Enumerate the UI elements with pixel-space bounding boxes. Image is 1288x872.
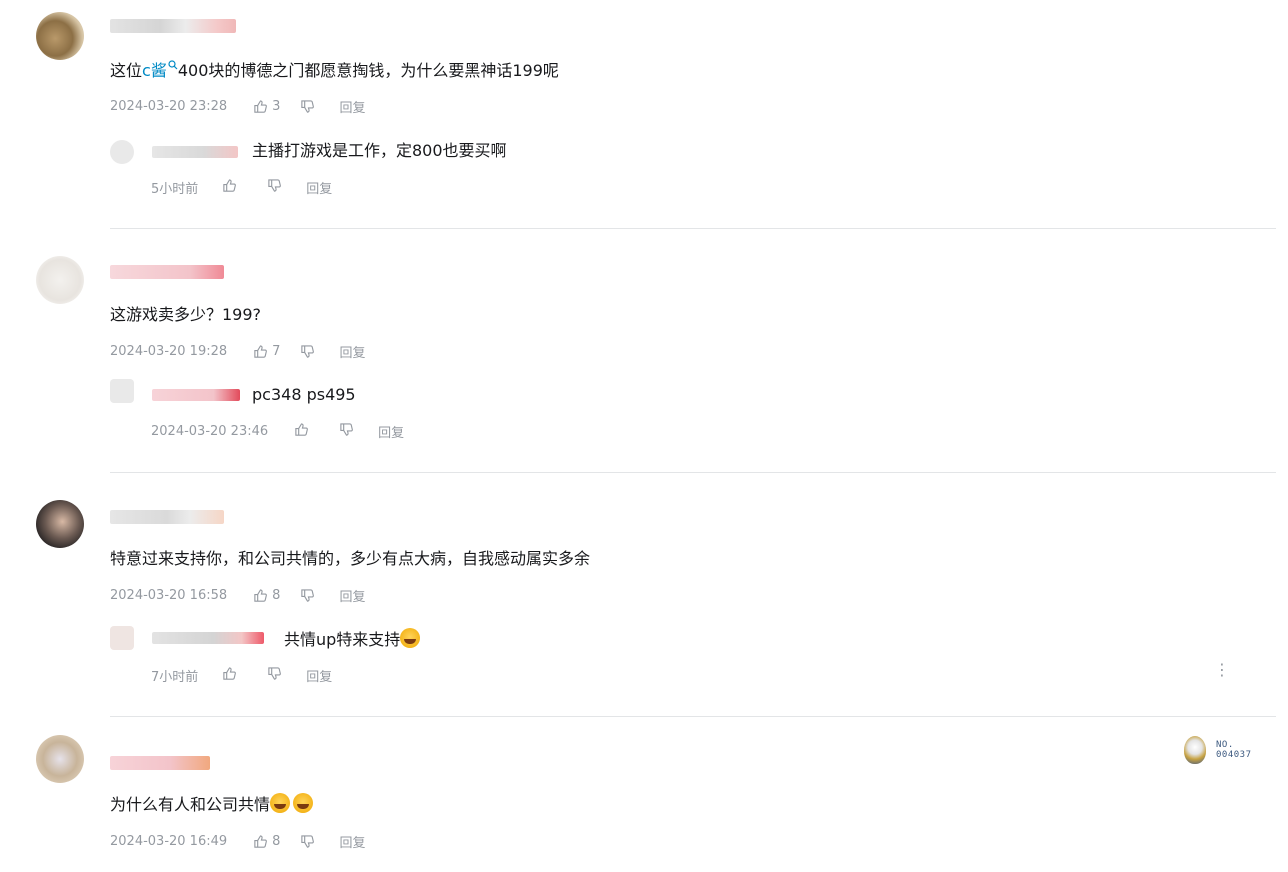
divider	[110, 228, 1276, 229]
fan-number: NO. 004037	[1216, 740, 1252, 760]
reply-meta: 2024-03-20 23:46 回复	[151, 422, 404, 441]
reply-button[interactable]: 回复	[339, 97, 365, 116]
laughing-tears-emoji-icon	[270, 793, 291, 813]
reply-button[interactable]: 回复	[339, 832, 365, 851]
fan-badge[interactable]: NO. 004037	[1184, 736, 1252, 764]
thumbs-down-icon	[301, 835, 315, 848]
reply-button[interactable]: 回复	[306, 178, 332, 197]
thumbs-up-icon	[254, 835, 268, 848]
reply-username-blurred[interactable]	[152, 146, 238, 158]
reply-text: pc348 ps495	[252, 385, 356, 404]
like-count: 8	[272, 834, 281, 849]
reply-text: 共情up特来支持	[284, 628, 421, 651]
timestamp: 5小时前	[151, 182, 199, 197]
laughing-tears-emoji-icon	[293, 793, 314, 813]
dislike-button[interactable]	[300, 834, 315, 849]
thumbs-down-icon	[301, 345, 315, 358]
reply-avatar[interactable]	[110, 379, 134, 403]
reply-username-blurred[interactable]	[152, 389, 240, 401]
comment-text: 这位c酱 400块的博德之门都愿意掏钱，为什么要黑神话199呢	[110, 60, 559, 80]
reply-username-blurred[interactable]	[152, 632, 264, 644]
search-tag-link[interactable]: c酱	[142, 60, 178, 80]
dislike-button[interactable]	[300, 99, 315, 114]
reply-text: 主播打游戏是工作，定800也要买啊	[252, 141, 507, 160]
thumbs-down-icon	[301, 100, 315, 113]
like-count: 7	[272, 344, 281, 359]
search-icon	[168, 60, 178, 70]
comment-meta: 2024-03-20 23:28 3 回复	[110, 97, 365, 116]
avatar[interactable]	[36, 500, 84, 548]
thumbs-up-icon	[254, 589, 268, 602]
divider	[110, 472, 1276, 473]
like-button[interactable]	[294, 422, 309, 441]
thumbs-up-icon	[223, 667, 237, 680]
comment-meta: 2024-03-20 19:28 7 回复	[110, 342, 365, 361]
reply-button[interactable]: 回复	[339, 342, 365, 361]
reply-button[interactable]: 回复	[378, 422, 404, 441]
timestamp: 2024-03-20 23:46	[151, 424, 269, 439]
timestamp: 2024-03-20 19:28	[110, 344, 228, 359]
reply-avatar[interactable]	[110, 626, 134, 650]
dislike-button[interactable]	[267, 178, 282, 197]
thumbs-up-icon	[295, 423, 309, 436]
comment-text: 这游戏卖多少？199?	[110, 305, 262, 324]
like-button[interactable]	[222, 666, 237, 685]
dislike-button[interactable]	[300, 588, 315, 603]
username-blurred[interactable]	[110, 510, 224, 524]
reply-meta: 7小时前 回复	[151, 666, 332, 685]
timestamp: 2024-03-20 23:28	[110, 99, 228, 114]
timestamp: 2024-03-20 16:58	[110, 588, 228, 603]
dislike-button[interactable]	[300, 344, 315, 359]
avatar[interactable]	[36, 256, 84, 304]
thumbs-down-icon	[268, 667, 282, 680]
like-button[interactable]	[222, 178, 237, 197]
club-crest-icon	[1184, 736, 1206, 764]
grinning-emoji-icon	[400, 628, 421, 648]
thumbs-up-icon	[223, 179, 237, 192]
like-button[interactable]: 7	[253, 344, 280, 359]
reply-meta: 5小时前 回复	[151, 178, 332, 197]
like-button[interactable]: 8	[253, 588, 280, 603]
username-blurred[interactable]	[110, 19, 236, 33]
reply-avatar[interactable]	[110, 140, 134, 164]
like-button[interactable]: 8	[253, 834, 280, 849]
comment-meta: 2024-03-20 16:49 8 回复	[110, 832, 365, 851]
comment-text: 特意过来支持你，和公司共情的，多少有点大病，自我感动属实多余	[110, 549, 591, 568]
comment-text: 为什么有人和公司共情	[110, 793, 314, 816]
timestamp: 2024-03-20 16:49	[110, 834, 228, 849]
reply-button[interactable]: 回复	[339, 586, 365, 605]
dislike-button[interactable]	[339, 422, 354, 441]
username-blurred[interactable]	[110, 265, 224, 279]
like-count: 8	[272, 588, 281, 603]
avatar[interactable]	[36, 735, 84, 783]
thumbs-down-icon	[301, 589, 315, 602]
username-blurred[interactable]	[110, 756, 210, 770]
thumbs-up-icon	[254, 345, 268, 358]
timestamp: 7小时前	[151, 670, 199, 685]
like-count: 3	[272, 99, 281, 114]
reply-button[interactable]: 回复	[306, 666, 332, 685]
like-button[interactable]: 3	[253, 99, 280, 114]
thumbs-down-icon	[268, 179, 282, 192]
divider	[110, 716, 1276, 717]
dislike-button[interactable]	[267, 666, 282, 685]
thumbs-up-icon	[254, 100, 268, 113]
more-options-button[interactable]: ⋮	[1214, 660, 1230, 679]
avatar[interactable]	[36, 12, 84, 60]
thumbs-down-icon	[340, 423, 354, 436]
comment-meta: 2024-03-20 16:58 8 回复	[110, 586, 365, 605]
